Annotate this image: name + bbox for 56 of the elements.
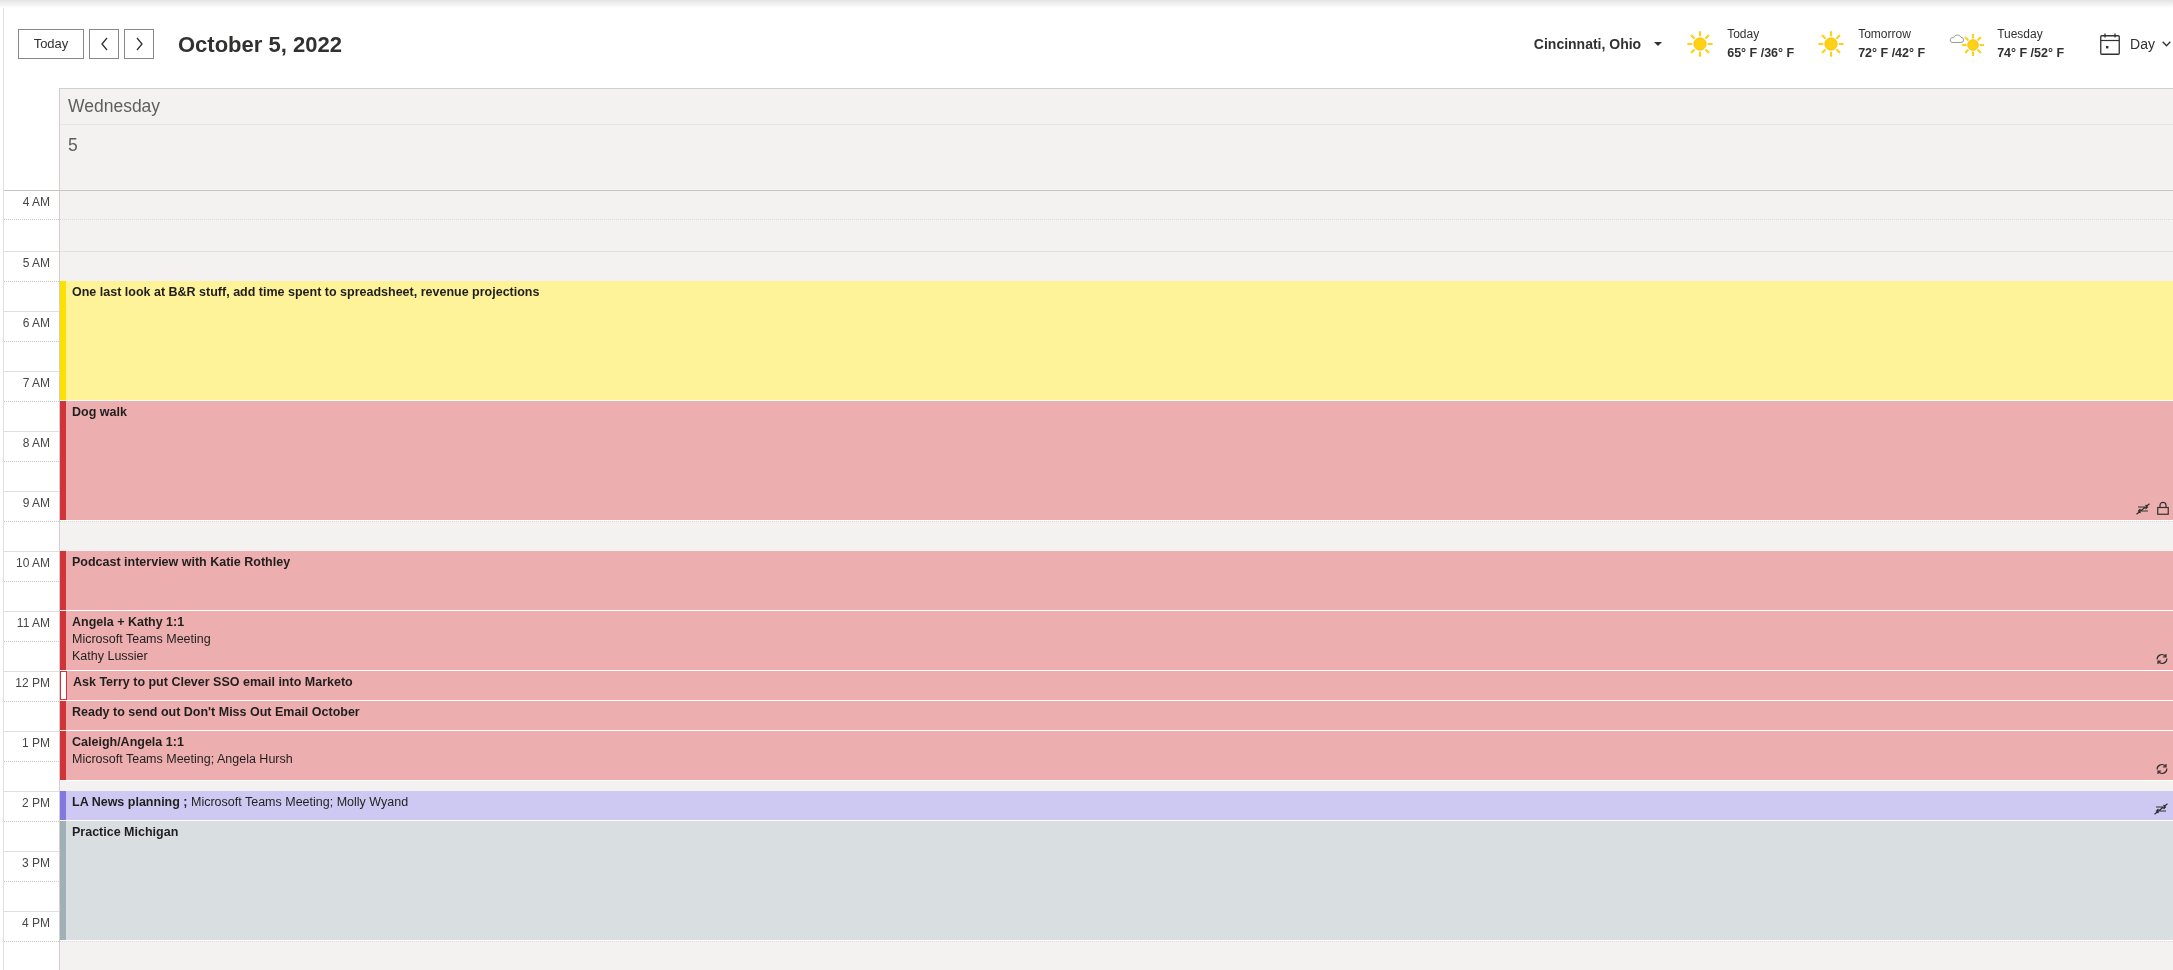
forecast-day: Today [1727,25,1795,44]
location-dropdown[interactable]: Cincinnati, Ohio [1533,33,1663,55]
event-summary: LA News planning ; Microsoft Teams Meeting; Molly Wyand [72,794,409,811]
event-title: Angela + Kathy 1:1 [72,614,186,631]
calendar-event[interactable]: Angela + Kathy 1:1 Microsoft Teams Meeting Kathy Lussier [60,611,2173,671]
sun-icon [1818,31,1845,57]
calendar-event[interactable]: Podcast interview with Katie Rothley [60,551,2173,611]
time-label: 9 AM [22,496,50,510]
time-label: 3 PM [22,856,50,870]
weekday-label: Wednesday [68,95,161,119]
forecast-temperature: 65° F /36° F [1727,45,1795,62]
view-dropdown[interactable]: Day [2100,33,2171,55]
date-title: October 5, 2022 [178,30,342,59]
calendar-event[interactable]: Ask Terry to put Clever SSO email into Marketo [60,671,2173,701]
calendar-event[interactable]: Ready to send out Don't Miss Out Email October [60,701,2173,731]
forecast-temperature: 72° F /42° F [1858,45,1926,62]
day-number: 5 [68,135,78,155]
chevron-down-icon [2162,41,2171,47]
event-title: Caleigh/Angela 1:1 [72,734,185,751]
event-title: Podcast interview with Katie Rothley [72,554,291,571]
event-detail: Kathy Lussier [72,648,149,665]
event-title: Ask Terry to put Clever SSO email into Marketo [73,674,353,691]
event-title: Dog walk [72,404,127,421]
time-label: 8 AM [22,436,50,450]
event-title: One last look at B&R stuff, add time spent to spreadsheet, revenue projections [72,284,540,301]
time-label: 4 PM [22,916,50,930]
next-day-button[interactable] [124,29,154,59]
calendar-event[interactable]: One last look at B&R stuff, add time spent to spreadsheet, revenue projections [60,281,2173,401]
time-label: 6 AM [22,316,50,330]
forecast-day: Tomorrow [1858,25,1926,44]
time-label: 1 PM [22,736,50,750]
time-label: 2 PM [22,796,50,810]
calendar-event[interactable]: LA News planning ; Microsoft Teams Meeting; Molly Wyand [60,791,2173,821]
time-label: 5 AM [22,256,50,270]
time-label: 4 AM [22,195,50,209]
previous-day-button[interactable] [89,29,119,59]
sun-icon [1687,31,1714,57]
today-button[interactable]: Today [18,29,84,59]
event-detail: Microsoft Teams Meeting [72,631,211,648]
event-title: Practice Michigan [72,824,179,841]
calendar-icon [2100,33,2121,55]
time-label: 10 AM [15,556,50,570]
time-label: 12 PM [15,676,50,690]
caret-icon [1654,42,1663,46]
event-detail: Microsoft Teams Meeting; Angela Hursh [72,751,293,768]
calendar-event[interactable]: Practice Michigan [60,821,2173,941]
chevron-right-icon [135,37,143,51]
calendar-event[interactable]: Caleigh/Angela 1:1 Microsoft Teams Meeting; Angela Hursh [60,731,2173,781]
calendar-event[interactable]: Dog walk [60,401,2173,521]
chevron-left-icon [100,37,108,51]
event-title: Ready to send out Don't Miss Out Email October [72,704,360,721]
time-label: 11 AM [16,616,50,630]
forecast-day: Tuesday [1997,25,2065,44]
time-label: 7 AM [22,376,50,390]
cloud-sun-icon [1949,32,1985,56]
forecast-temperature: 74° F /52° F [1997,45,2065,62]
